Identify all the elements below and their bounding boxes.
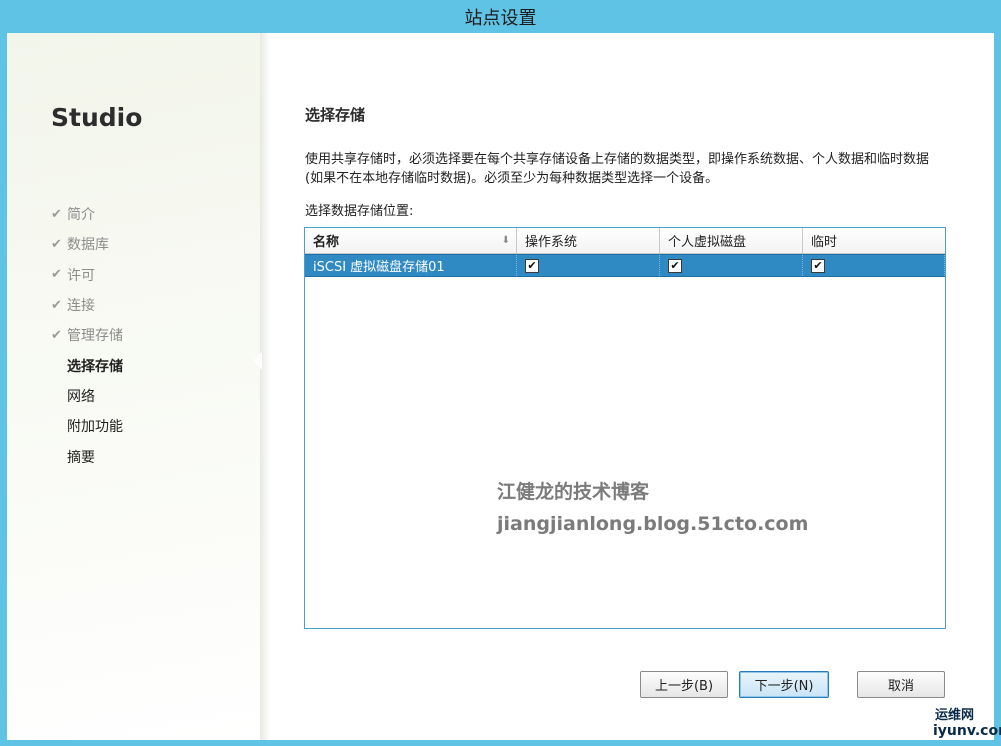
page-title: 选择存储 [305,106,366,124]
column-header-temp[interactable]: 临时 [803,228,945,253]
step-label: 摘要 [67,449,95,466]
logo-line2: iyunv.com [933,723,1001,739]
step-manage-storage: ✔ 管理存储 [51,320,123,350]
watermark-title: 江健龙的技术博客 [497,481,650,503]
brand-title: Studio [51,103,143,132]
temp-checkbox[interactable]: ✔ [811,258,825,273]
sort-down-icon: ⬇ [501,235,510,246]
table-header: 名称 ⬇ 操作系统 个人虚拟磁盘 临时 [305,228,945,254]
step-label: 附加功能 [67,419,123,436]
watermark-url: jiangjianlong.blog.51cto.com [497,513,809,535]
step-intro: ✔ 简介 [51,199,123,229]
step-additional-features: 附加功能 [51,411,123,441]
row-temp-cell: ✔ [803,255,945,276]
sidebar-divider [260,33,270,740]
checkmark-icon: ✔ [51,206,62,222]
wizard-steps: ✔ 简介 ✔ 数据库 ✔ 许可 ✔ 连接 ✔ 管理存储 选择存储 网络 附加功能… [51,199,123,472]
window-title: 站点设置 [464,7,537,29]
corner-logo: 运维网 iyunv.com [895,697,1001,746]
column-header-name[interactable]: 名称 ⬇ [305,228,517,253]
step-label: 数据库 [67,237,109,254]
step-network: 网络 [51,381,123,411]
logo-ring-icon [902,704,932,734]
row-pvd-cell: ✔ [660,255,803,276]
checkmark-icon: ✔ [51,236,62,252]
table-row[interactable]: iSCSI 虚拟磁盘存储01 ✔ ✔ ✔ [305,254,945,277]
wizard-sidebar: Studio ✔ 简介 ✔ 数据库 ✔ 许可 ✔ 连接 ✔ 管理存储 选择存储 … [7,33,260,740]
current-step-pointer [253,352,262,370]
pvd-checkbox[interactable]: ✔ [668,258,682,273]
step-summary: 摘要 [51,441,123,471]
column-header-pvd[interactable]: 个人虚拟磁盘 [660,228,803,253]
checkmark-icon: ✔ [51,327,62,343]
row-os-cell: ✔ [517,255,660,276]
step-database: ✔ 数据库 [51,229,123,259]
step-licensing: ✔ 许可 [51,260,123,290]
storage-location-label: 选择数据存储位置: [305,204,414,219]
cancel-button[interactable]: 取消 [857,671,945,698]
wizard-window: Studio ✔ 简介 ✔ 数据库 ✔ 许可 ✔ 连接 ✔ 管理存储 选择存储 … [7,33,994,740]
step-label: 许可 [67,267,95,284]
column-header-os[interactable]: 操作系统 [517,228,660,253]
os-checkbox[interactable]: ✔ [525,258,539,273]
next-button[interactable]: 下一步(N) [739,671,829,698]
page-description: 使用共享存储时，必须选择要在每个共享存储设备上存储的数据类型，即操作系统数据、个… [305,152,930,186]
back-button[interactable]: 上一步(B) [640,671,728,698]
step-label: 连接 [67,298,95,315]
checkmark-icon: ✔ [51,297,62,313]
storage-table[interactable]: 名称 ⬇ 操作系统 个人虚拟磁盘 临时 iSCSI 虚拟磁盘存储01 ✔ ✔ ✔ [304,227,946,629]
step-label: 管理存储 [67,328,123,345]
step-label: 网络 [67,388,95,405]
step-select-storage: 选择存储 [51,350,123,380]
step-label: 选择存储 [67,358,123,375]
step-label: 简介 [67,207,95,224]
step-connection: ✔ 连接 [51,290,123,320]
logo-line1: 运维网 [935,708,975,723]
row-name-cell: iSCSI 虚拟磁盘存储01 [305,255,517,276]
window-title-bar: 站点设置 [0,0,1001,33]
checkmark-icon: ✔ [51,267,62,283]
